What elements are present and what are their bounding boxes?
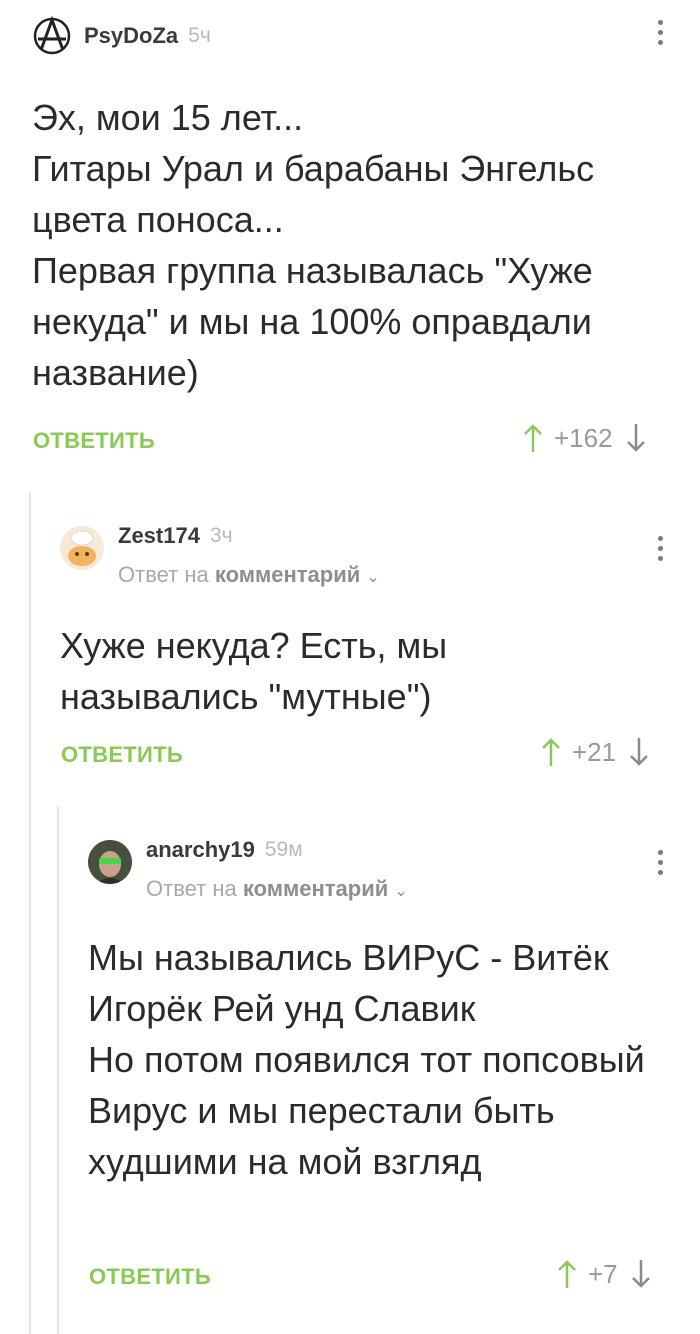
downvote-arrow-icon[interactable]	[630, 1258, 652, 1290]
comment-time: 5ч	[188, 24, 211, 47]
comment-time: 59м	[264, 838, 303, 861]
reply-to-link[interactable]: Ответ на комментарий ⌄	[146, 876, 408, 902]
vote-score: +21	[572, 736, 617, 767]
comment-author[interactable]: Zest174	[118, 523, 200, 549]
anarchy-symbol-icon[interactable]	[32, 16, 72, 56]
chevron-down-icon: ⌄	[366, 569, 380, 586]
thread-line-level-2	[57, 806, 59, 1334]
comment-text: Хуже некуда? Есть, мы назывались "мутные…	[60, 625, 448, 717]
reply-to-target: комментарий	[214, 562, 361, 587]
chevron-down-icon: ⌄	[394, 883, 408, 900]
person-sunglasses-avatar-icon[interactable]	[88, 840, 132, 884]
more-options-icon[interactable]	[658, 536, 664, 561]
comment-text: Эх, мои 15 лет... Гитары Урал и барабаны…	[32, 97, 595, 393]
downvote-arrow-icon[interactable]	[625, 422, 647, 454]
reply-button[interactable]: ОТВЕТИТЬ	[61, 742, 183, 768]
reply-to-prefix: Ответ на	[118, 562, 209, 587]
upvote-arrow-icon[interactable]	[522, 422, 544, 454]
downvote-arrow-icon[interactable]	[628, 736, 650, 768]
reply-button[interactable]: ОТВЕТИТЬ	[33, 428, 155, 454]
upvote-arrow-icon[interactable]	[556, 1258, 578, 1290]
vote-score: +162	[554, 422, 613, 453]
more-options-icon[interactable]	[658, 850, 664, 875]
reply-to-link[interactable]: Ответ на комментарий ⌄	[118, 562, 380, 588]
reply-to-prefix: Ответ на	[146, 876, 237, 901]
comment-text: Мы назывались ВИРуС - Витёк Игорёк Рей у…	[88, 937, 645, 1182]
comment-author[interactable]: anarchy19	[146, 837, 255, 863]
comment-time: 3ч	[209, 524, 233, 547]
vote-score: +7	[588, 1258, 618, 1289]
thread-line-level-1	[29, 492, 31, 1334]
more-options-icon[interactable]	[658, 20, 664, 45]
reply-to-target: комментарий	[242, 876, 389, 901]
chef-avatar-icon[interactable]	[60, 526, 104, 570]
upvote-arrow-icon[interactable]	[540, 736, 562, 768]
reply-button[interactable]: ОТВЕТИТЬ	[89, 1264, 211, 1290]
comment-author[interactable]: PsyDoZa	[84, 23, 178, 49]
